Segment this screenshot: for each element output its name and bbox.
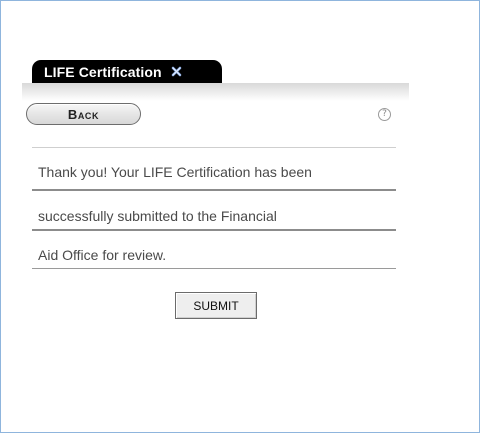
divider xyxy=(32,189,396,191)
window-frame: LIFE Certification Back ? Thank you! You… xyxy=(0,0,480,433)
back-button-label: Back xyxy=(67,106,100,122)
tab-label: LIFE Certification xyxy=(44,63,162,80)
tab-life-certification[interactable]: LIFE Certification xyxy=(32,60,222,83)
toolbar: Back ? xyxy=(22,83,409,132)
divider xyxy=(32,229,396,231)
close-x-icon[interactable] xyxy=(170,65,184,79)
message-line-3: Aid Office for review. xyxy=(38,247,167,263)
help-circle-icon[interactable]: ? xyxy=(378,108,391,121)
message-line-2: successfully submitted to the Financial xyxy=(38,208,277,224)
divider xyxy=(32,268,396,269)
divider xyxy=(32,147,396,148)
back-button[interactable]: Back xyxy=(26,103,141,125)
message-line-1: Thank you! Your LIFE Certification has b… xyxy=(38,164,312,180)
submit-button[interactable]: SUBMIT xyxy=(175,292,257,319)
